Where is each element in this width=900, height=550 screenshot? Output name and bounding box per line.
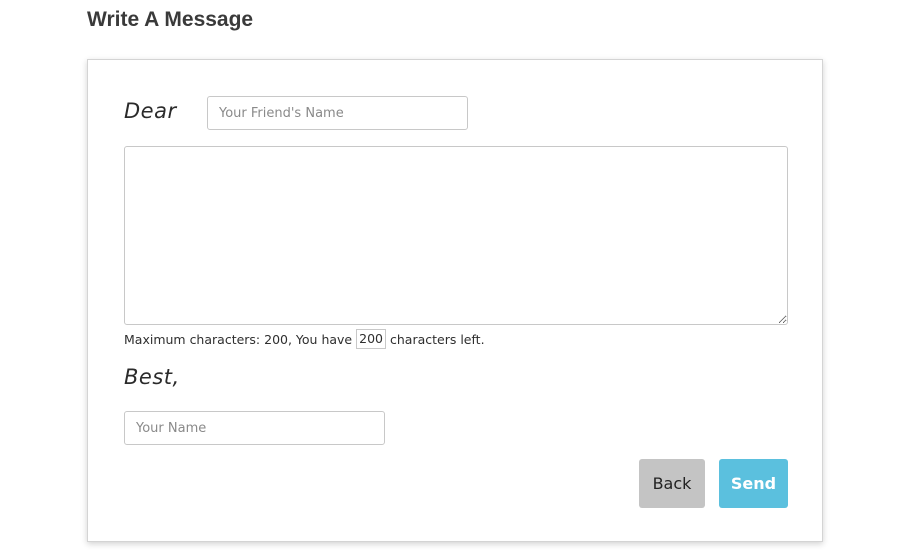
character-counter: Maximum characters: 200, You have 200 ch… [124, 329, 485, 349]
counter-suffix: characters left. [389, 331, 485, 347]
closing-label: Best, [124, 365, 180, 389]
message-textarea[interactable] [124, 146, 788, 325]
remaining-count: 200 [356, 329, 386, 349]
back-button[interactable]: Back [639, 459, 705, 508]
greeting-label: Dear [124, 99, 177, 123]
your-name-input[interactable] [124, 411, 385, 445]
friend-name-input[interactable] [207, 96, 468, 130]
message-card: Dear Maximum characters: 200, You have 2… [87, 59, 823, 542]
send-button[interactable]: Send [719, 459, 788, 508]
page-title: Write A Message [87, 8, 254, 31]
counter-prefix: Maximum characters: 200, You have [124, 331, 353, 347]
